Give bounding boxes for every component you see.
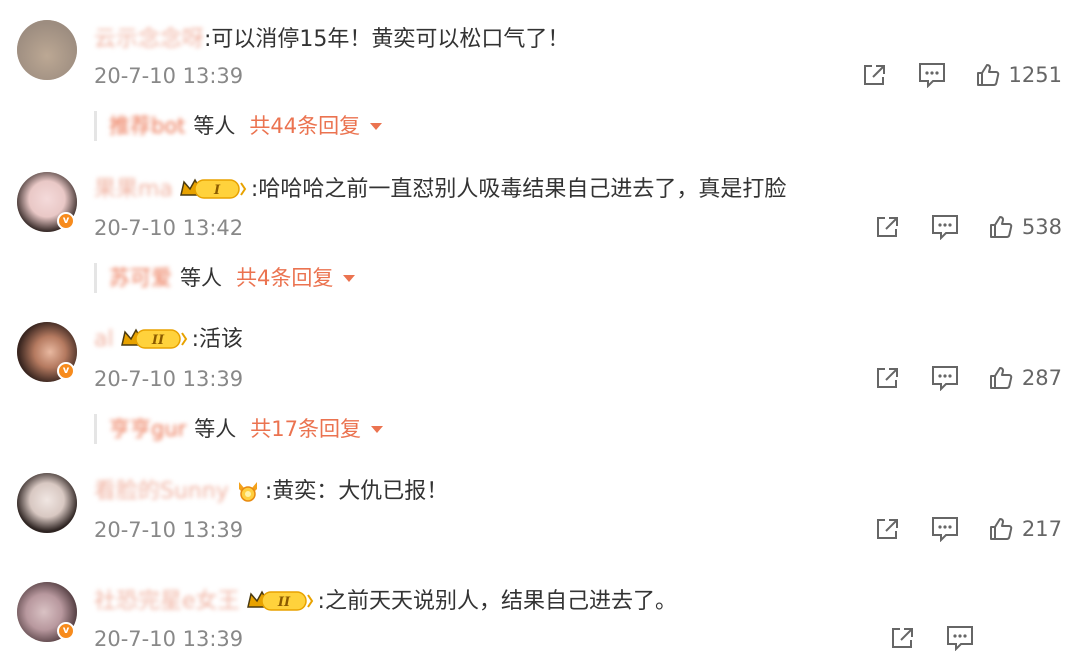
comment-actions: 538 — [845, 211, 1062, 243]
comment-icon — [931, 366, 958, 391]
comment-line: 云示念念呀:可以消停15年！黄奕可以松口气了！ — [94, 25, 569, 55]
avatar[interactable]: v — [17, 582, 77, 642]
avatar[interactable] — [17, 473, 77, 533]
reply-count[interactable]: 共4条回复 — [236, 266, 333, 290]
replies-summary[interactable]: 推荐bot 等人 共44条回复 — [94, 111, 383, 141]
member-crown-icon[interactable]: II — [246, 589, 314, 613]
member-crown-icon[interactable]: I — [179, 177, 247, 201]
reply-etc: 等人 — [194, 417, 237, 441]
share-icon — [876, 217, 898, 237]
timestamp: 20-7-10 13:42 — [94, 216, 244, 240]
username[interactable]: 果果ma — [94, 177, 173, 202]
like-count: 287 — [1021, 366, 1062, 390]
comment-text: :活该 — [191, 327, 244, 352]
chevron-down-icon[interactable] — [371, 426, 384, 433]
reply-user[interactable]: 推荐bot — [109, 114, 185, 138]
reply-user[interactable]: 亨亨gur — [109, 417, 186, 441]
reply-etc: 等人 — [180, 266, 222, 290]
share-button[interactable] — [890, 626, 916, 650]
comment-button[interactable] — [918, 62, 946, 88]
comment-line: al II :活该 — [94, 325, 243, 355]
like-button[interactable]: 538 — [989, 215, 1062, 239]
reply-count[interactable]: 共17条回复 — [250, 417, 361, 441]
comment-icon — [918, 63, 945, 88]
comment-button[interactable] — [931, 516, 959, 542]
username[interactable]: al — [94, 327, 114, 352]
comment-icon — [931, 517, 958, 542]
avatar[interactable]: v — [17, 322, 77, 382]
verified-badge-icon: v — [57, 362, 75, 380]
avatar[interactable] — [17, 20, 77, 80]
comment-icon — [947, 626, 973, 651]
comment-button[interactable] — [946, 625, 974, 651]
replies-summary[interactable]: 亨亨gur 等人 共17条回复 — [94, 414, 384, 444]
like-count: 1251 — [1008, 63, 1062, 87]
like-button[interactable]: 287 — [989, 366, 1062, 390]
like-button[interactable]: 1251 — [976, 63, 1062, 87]
verified-badge-icon: v — [57, 622, 75, 640]
comment-line: 社恐完星e女王 II :之前天天说别人，结果自己进去了。 — [94, 587, 677, 617]
username[interactable]: 看脸的Sunny — [94, 479, 229, 504]
comment-actions: 217 — [845, 513, 1062, 545]
share-icon — [876, 519, 898, 539]
comment-button[interactable] — [931, 365, 959, 391]
reply-etc: 等人 — [193, 114, 236, 138]
thumbs-up-icon — [976, 64, 999, 86]
comment-line: 果果ma I :哈哈哈之前一直怼别人吸毒结果自己进去了，真是打脸 — [94, 175, 786, 205]
comment-line: 看脸的Sunny :黄奕：大仇已报！ — [94, 477, 448, 507]
thumbs-up-icon — [989, 367, 1013, 389]
share-button[interactable] — [862, 63, 888, 87]
comment-icon — [931, 215, 958, 240]
reply-count[interactable]: 共44条回复 — [249, 114, 360, 138]
timestamp: 20-7-10 13:39 — [94, 518, 244, 542]
member-level: II — [276, 595, 290, 610]
comment-actions: 1251 — [832, 59, 1062, 91]
like-count: 217 — [1021, 517, 1062, 541]
chevron-down-icon[interactable] — [343, 275, 356, 282]
comment-button[interactable] — [931, 214, 959, 240]
member-crown-icon[interactable]: II — [120, 327, 188, 351]
chevron-down-icon[interactable] — [370, 123, 383, 130]
comment-actions: 287 — [845, 362, 1062, 394]
username[interactable]: 社恐完星e女王 — [94, 589, 240, 614]
share-button[interactable] — [875, 366, 901, 390]
username[interactable]: 云示念念呀 — [94, 27, 204, 52]
timestamp: 20-7-10 13:39 — [94, 64, 244, 88]
gold-medal-icon[interactable] — [235, 479, 261, 503]
replies-summary[interactable]: 苏可爱 等人 共4条回复 — [94, 263, 356, 293]
timestamp: 20-7-10 13:39 — [94, 367, 244, 391]
comment-text: :之前天天说别人，结果自己进去了。 — [317, 589, 677, 614]
share-button[interactable] — [875, 215, 901, 239]
avatar[interactable]: v — [17, 172, 77, 232]
member-level: I — [213, 183, 221, 198]
like-button[interactable]: 217 — [989, 517, 1062, 541]
comment-text: :可以消停15年！黄奕可以松口气了！ — [204, 27, 570, 52]
verified-badge-icon: v — [57, 212, 75, 230]
member-level: II — [151, 333, 165, 348]
timestamp: 20-7-10 13:39 — [94, 627, 244, 651]
like-count: 538 — [1021, 215, 1062, 239]
share-button[interactable] — [875, 517, 901, 541]
comment-text: :哈哈哈之前一直怼别人吸毒结果自己进去了，真是打脸 — [250, 177, 787, 202]
share-icon — [892, 628, 913, 648]
thumbs-up-icon — [989, 216, 1013, 238]
comment-text: :黄奕：大仇已报！ — [264, 479, 449, 504]
reply-user[interactable]: 苏可爱 — [109, 266, 172, 290]
comment-actions — [860, 622, 974, 654]
share-icon — [863, 65, 885, 85]
thumbs-up-icon — [989, 518, 1013, 540]
share-icon — [876, 368, 898, 388]
